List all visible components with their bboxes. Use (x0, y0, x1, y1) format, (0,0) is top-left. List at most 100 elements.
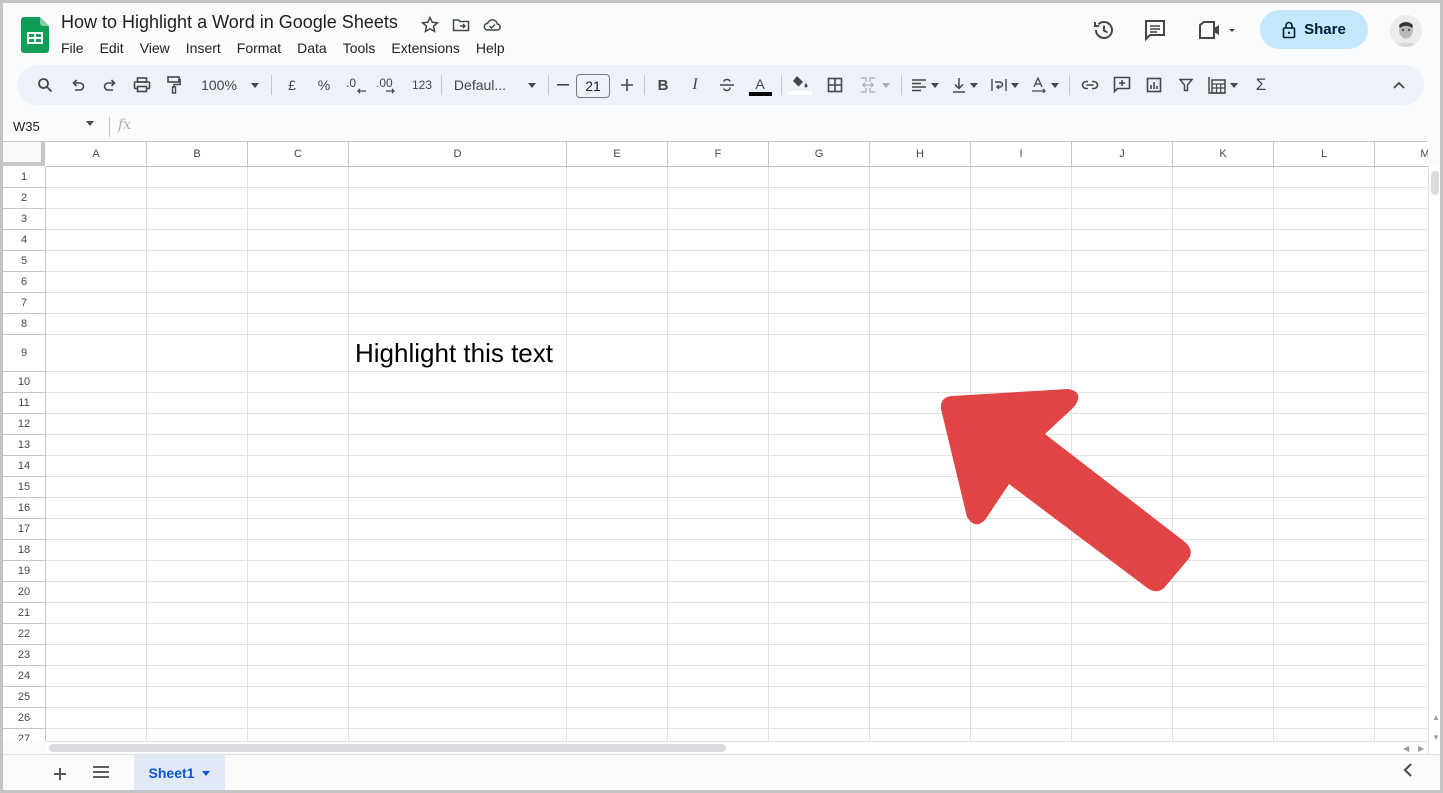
sheet-tab-sheet1[interactable]: Sheet1 (134, 755, 225, 790)
font-select[interactable]: Defaul... (451, 65, 539, 105)
row-header-8[interactable]: 8 (3, 314, 46, 335)
row-header-20[interactable]: 20 (3, 582, 46, 603)
menu-help[interactable]: Help (476, 38, 513, 58)
vertical-align-button[interactable] (947, 65, 983, 105)
row-header-7[interactable]: 7 (3, 293, 46, 314)
share-button[interactable]: Share (1260, 10, 1368, 49)
row-header-15[interactable]: 15 (3, 477, 46, 498)
column-header-c[interactable]: C (248, 142, 349, 167)
name-box[interactable]: W35 (13, 119, 40, 134)
row-header-3[interactable]: 3 (3, 209, 46, 230)
row-header-19[interactable]: 19 (3, 561, 46, 582)
cloud-saved-icon[interactable] (482, 15, 502, 35)
search-menus-button[interactable] (33, 65, 57, 105)
vertical-scrollbar[interactable]: ▲ ▼ (1428, 165, 1440, 755)
column-header-j[interactable]: J (1072, 142, 1173, 167)
column-header-k[interactable]: K (1173, 142, 1274, 167)
row-header-9[interactable]: 9 (3, 335, 46, 372)
horizontal-scroll-thumb[interactable] (49, 744, 726, 752)
insert-chart-button[interactable] (1142, 65, 1166, 105)
paint-format-button[interactable] (162, 65, 186, 105)
vertical-scroll-thumb[interactable] (1431, 171, 1439, 195)
font-size-input[interactable]: 21 (576, 74, 610, 98)
row-header-1[interactable]: 1 (3, 167, 46, 188)
row-header-6[interactable]: 6 (3, 272, 46, 293)
italic-button[interactable]: I (683, 65, 707, 105)
row-header-13[interactable]: 13 (3, 435, 46, 456)
column-header-m[interactable]: M (1375, 142, 1428, 167)
decrease-decimal-button[interactable]: .0 (343, 65, 369, 105)
column-header-a[interactable]: A (46, 142, 147, 167)
scroll-left-arrow[interactable]: ◀ (1403, 744, 1409, 753)
meet-icon[interactable] (1196, 17, 1238, 43)
undo-button[interactable] (66, 65, 90, 105)
column-header-i[interactable]: I (971, 142, 1072, 167)
menu-data[interactable]: Data (297, 38, 335, 58)
row-header-11[interactable]: 11 (3, 393, 46, 414)
row-header-18[interactable]: 18 (3, 540, 46, 561)
side-panel-toggle[interactable] (1403, 763, 1413, 782)
decrease-font-size-button[interactable] (553, 65, 573, 105)
menu-view[interactable]: View (140, 38, 178, 58)
row-header-23[interactable]: 23 (3, 645, 46, 666)
row-header-4[interactable]: 4 (3, 230, 46, 251)
zoom-select[interactable]: 100% (195, 65, 265, 105)
currency-format-button[interactable]: £ (280, 65, 304, 105)
horizontal-align-button[interactable] (907, 65, 943, 105)
all-sheets-button[interactable] (93, 765, 109, 783)
star-icon[interactable] (420, 15, 440, 35)
row-header-27[interactable]: 27 (3, 729, 46, 741)
menu-tools[interactable]: Tools (343, 38, 384, 58)
horizontal-scrollbar[interactable]: ◀ ▶ (46, 741, 1428, 753)
row-header-2[interactable]: 2 (3, 188, 46, 209)
scroll-down-arrow[interactable]: ▼ (1432, 733, 1440, 742)
table-button[interactable] (1205, 65, 1241, 105)
comments-icon[interactable] (1142, 17, 1168, 43)
strikethrough-button[interactable] (715, 65, 739, 105)
redo-button[interactable] (98, 65, 122, 105)
fill-color-button[interactable] (787, 65, 813, 105)
add-sheet-button[interactable] (53, 761, 67, 787)
create-filter-button[interactable] (1174, 65, 1198, 105)
bold-button[interactable]: B (651, 65, 675, 105)
row-header-5[interactable]: 5 (3, 251, 46, 272)
row-header-16[interactable]: 16 (3, 498, 46, 519)
column-header-d[interactable]: D (349, 142, 567, 167)
version-history-icon[interactable] (1091, 17, 1117, 43)
text-wrapping-button[interactable] (987, 65, 1023, 105)
spreadsheet-grid[interactable]: ABCDEFGHIJKLM123456789101112131415161718… (3, 141, 1428, 741)
percent-format-button[interactable]: % (312, 65, 336, 105)
row-header-24[interactable]: 24 (3, 666, 46, 687)
hide-menus-button[interactable] (1387, 65, 1411, 105)
scroll-right-arrow[interactable]: ▶ (1418, 744, 1424, 753)
row-header-22[interactable]: 22 (3, 624, 46, 645)
document-title[interactable]: How to Highlight a Word in Google Sheets (61, 12, 398, 33)
row-header-17[interactable]: 17 (3, 519, 46, 540)
column-header-e[interactable]: E (567, 142, 668, 167)
insert-link-button[interactable] (1078, 65, 1102, 105)
increase-font-size-button[interactable] (617, 65, 637, 105)
text-color-button[interactable]: A (747, 65, 773, 105)
merge-cells-button[interactable] (855, 65, 895, 105)
column-header-f[interactable]: F (668, 142, 769, 167)
formula-input[interactable] (143, 115, 1423, 137)
column-header-g[interactable]: G (769, 142, 870, 167)
scroll-up-arrow[interactable]: ▲ (1432, 713, 1440, 722)
row-header-10[interactable]: 10 (3, 372, 46, 393)
row-header-26[interactable]: 26 (3, 708, 46, 729)
menu-extensions[interactable]: Extensions (391, 38, 467, 58)
row-header-25[interactable]: 25 (3, 687, 46, 708)
borders-button[interactable] (823, 65, 847, 105)
account-avatar[interactable] (1390, 15, 1422, 47)
menu-file[interactable]: File (61, 38, 92, 58)
column-header-h[interactable]: H (870, 142, 971, 167)
increase-decimal-button[interactable]: .00 (375, 65, 401, 105)
row-header-21[interactable]: 21 (3, 603, 46, 624)
row-header-12[interactable]: 12 (3, 414, 46, 435)
menu-edit[interactable]: Edit (100, 38, 132, 58)
column-header-l[interactable]: L (1274, 142, 1375, 167)
menu-format[interactable]: Format (237, 38, 289, 58)
column-header-b[interactable]: B (147, 142, 248, 167)
text-rotation-button[interactable] (1027, 65, 1063, 105)
sheets-logo-icon[interactable] (21, 17, 49, 53)
